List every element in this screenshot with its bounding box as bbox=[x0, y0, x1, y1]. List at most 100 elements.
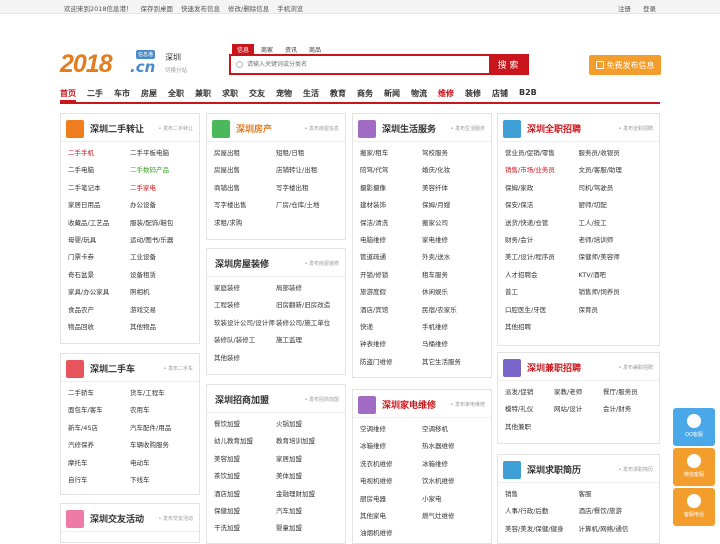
category-link[interactable]: 餐饮加盟 bbox=[214, 416, 276, 433]
login-link[interactable]: 登录 bbox=[643, 3, 656, 13]
publish-button[interactable]: 免费发布信息 bbox=[589, 55, 661, 75]
save-desktop-link[interactable]: 保存到桌面 bbox=[141, 3, 174, 13]
category-link[interactable]: 休闲娱乐 bbox=[422, 284, 484, 301]
category-link[interactable]: 二手平板电脑 bbox=[130, 145, 192, 162]
nav-item[interactable]: 首页 bbox=[60, 86, 76, 102]
category-link[interactable]: 房屋出租 bbox=[214, 145, 276, 162]
category-link[interactable]: 油烟机维修 bbox=[360, 525, 422, 542]
category-link[interactable]: 幼儿教育加盟 bbox=[214, 433, 276, 450]
category-link[interactable]: 运动/图书/乐器 bbox=[130, 232, 192, 249]
panel-more-link[interactable]: • 发布求职简历 bbox=[618, 466, 653, 473]
category-link[interactable]: 派发/促销 bbox=[505, 384, 554, 401]
quick-publish-link[interactable]: 快速发布信息 bbox=[181, 3, 220, 13]
nav-item[interactable]: 生活 bbox=[303, 86, 319, 102]
category-link[interactable]: 保健加盟 bbox=[214, 503, 276, 520]
category-link[interactable]: 二手轿车 bbox=[68, 385, 130, 402]
category-link[interactable]: 农用车 bbox=[130, 402, 192, 419]
panel-title[interactable]: 深圳全职招聘 bbox=[527, 122, 581, 135]
search-button[interactable]: 搜 索 bbox=[489, 56, 527, 73]
category-link[interactable]: 旧房翻新/旧房改造 bbox=[276, 297, 338, 314]
nav-item[interactable]: 店铺 bbox=[492, 86, 508, 102]
category-link[interactable]: 人才招聘会 bbox=[505, 267, 579, 284]
nav-item[interactable]: 教育 bbox=[330, 86, 346, 102]
category-link[interactable]: 家庭装修 bbox=[214, 280, 276, 297]
nav-item[interactable]: 物流 bbox=[411, 86, 427, 102]
category-link[interactable]: 汽车加盟 bbox=[276, 503, 338, 520]
category-link[interactable]: 美工/设计/程序员 bbox=[505, 249, 579, 266]
nav-item[interactable]: 车市 bbox=[114, 86, 130, 102]
category-link[interactable]: 厨房电器 bbox=[360, 491, 422, 508]
category-link[interactable]: 司机/驾驶员 bbox=[579, 180, 653, 197]
nav-item[interactable]: 新闻 bbox=[384, 86, 400, 102]
category-link[interactable]: 家教/老师 bbox=[554, 384, 603, 401]
category-link[interactable]: 其他物品 bbox=[130, 319, 192, 336]
category-link[interactable]: 防盗门维修 bbox=[360, 354, 422, 371]
register-link[interactable]: 注册 bbox=[618, 3, 631, 13]
panel-more-link[interactable]: • 发布房屋信息 bbox=[304, 125, 339, 132]
category-link[interactable]: 店铺转让/出租 bbox=[276, 162, 338, 179]
switch-city-link[interactable]: 切换分站 bbox=[165, 66, 187, 74]
category-link[interactable]: 电视机维修 bbox=[360, 473, 422, 490]
category-link[interactable]: 保姆/月嫂 bbox=[422, 197, 484, 214]
category-link[interactable]: 局部装修 bbox=[276, 280, 338, 297]
category-link[interactable]: 汽修保养 bbox=[68, 437, 130, 454]
category-link[interactable]: 管道疏通 bbox=[360, 249, 422, 266]
city-selector[interactable]: 深圳 切换分站 bbox=[165, 52, 187, 74]
category-link[interactable]: 家居日用品 bbox=[68, 197, 130, 214]
category-link[interactable]: 金融理财加盟 bbox=[276, 486, 338, 503]
category-link[interactable]: 驾校服务 bbox=[422, 145, 484, 162]
category-link[interactable]: 空调移机 bbox=[422, 421, 484, 438]
category-link[interactable]: 空调维修 bbox=[360, 421, 422, 438]
panel-more-link[interactable]: • 发布全职招聘 bbox=[618, 125, 653, 132]
category-link[interactable]: 工业设备 bbox=[130, 249, 192, 266]
qq-service-button[interactable]: QQ客服 bbox=[673, 408, 715, 446]
category-link[interactable]: 工人/技工 bbox=[579, 215, 653, 232]
category-link[interactable]: 陪驾/代驾 bbox=[360, 162, 422, 179]
category-link[interactable]: 货车/工程车 bbox=[130, 385, 192, 402]
category-link[interactable]: 小家电 bbox=[422, 491, 484, 508]
category-link[interactable]: 新车/4S店 bbox=[68, 420, 130, 437]
category-link[interactable]: 酒店/宾馆 bbox=[360, 302, 422, 319]
category-link[interactable]: 美容纤体 bbox=[422, 180, 484, 197]
category-link[interactable]: 网站/设计 bbox=[554, 401, 603, 418]
category-link[interactable]: 摩托车 bbox=[68, 455, 130, 472]
panel-more-link[interactable]: • 发布招商加盟 bbox=[304, 396, 339, 403]
panel-title[interactable]: 深圳兼职招聘 bbox=[527, 361, 581, 374]
category-link[interactable]: 教育培训加盟 bbox=[276, 433, 338, 450]
category-link[interactable]: 租车服务 bbox=[422, 267, 484, 284]
category-link[interactable]: 钟表维修 bbox=[360, 336, 422, 353]
category-link[interactable]: 下线车 bbox=[130, 472, 192, 489]
category-link[interactable]: 美体加盟 bbox=[276, 468, 338, 485]
category-link[interactable]: 酒店加盟 bbox=[214, 486, 276, 503]
panel-more-link[interactable]: • 发布房屋装修 bbox=[304, 260, 339, 267]
panel-title[interactable]: 深圳房产 bbox=[236, 122, 272, 135]
category-link[interactable]: 燃气灶维修 bbox=[422, 508, 484, 525]
mobile-link[interactable]: 手机浏览 bbox=[277, 3, 303, 13]
category-link[interactable]: 家居加盟 bbox=[276, 451, 338, 468]
category-link[interactable]: 财务/会计 bbox=[505, 232, 579, 249]
panel-title[interactable]: 深圳房屋装修 bbox=[215, 257, 269, 270]
category-link[interactable]: 美容加盟 bbox=[214, 451, 276, 468]
category-link[interactable]: 食品农产 bbox=[68, 302, 130, 319]
category-link[interactable]: 求租/求购 bbox=[214, 215, 276, 232]
category-link[interactable]: 电脑维修 bbox=[360, 232, 422, 249]
panel-more-link[interactable]: • 发布二手转让 bbox=[158, 125, 193, 132]
category-link[interactable]: 保健师/美容师 bbox=[579, 249, 653, 266]
panel-more-link[interactable]: • 发布兼职招聘 bbox=[618, 364, 653, 371]
category-link[interactable]: 家具/办公家具 bbox=[68, 284, 130, 301]
category-link[interactable]: 计算机/网络/通信 bbox=[579, 521, 653, 538]
search-input[interactable] bbox=[231, 56, 489, 73]
panel-title[interactable]: 深圳家电维修 bbox=[382, 398, 436, 411]
panel-more-link[interactable]: • 发布交友活动 bbox=[158, 515, 193, 522]
category-link[interactable]: 照相机 bbox=[130, 284, 192, 301]
category-link[interactable]: 保安/保洁 bbox=[505, 197, 579, 214]
category-link[interactable]: 旅游度假 bbox=[360, 284, 422, 301]
category-link[interactable]: 母婴/玩具 bbox=[68, 232, 130, 249]
category-link[interactable]: 茶饮加盟 bbox=[214, 468, 276, 485]
category-link[interactable]: 普工 bbox=[505, 284, 579, 301]
category-link[interactable]: KTV/酒吧 bbox=[579, 267, 653, 284]
category-link[interactable]: 酒店/餐饮/旅游 bbox=[579, 503, 653, 520]
category-link[interactable]: 物品回收 bbox=[68, 319, 130, 336]
edit-delete-link[interactable]: 修改/删除信息 bbox=[228, 3, 269, 13]
category-link[interactable]: 工程装修 bbox=[214, 297, 276, 314]
